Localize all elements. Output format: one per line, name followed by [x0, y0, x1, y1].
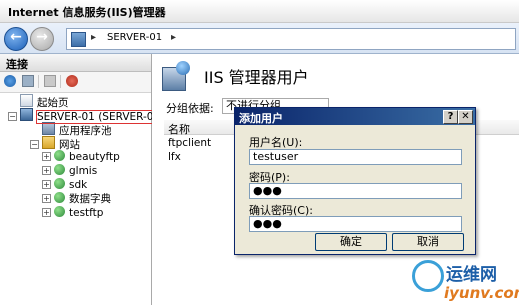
- group-by-label: 分组依据:: [166, 102, 214, 115]
- add-user-dialog: 添加用户 ? ✕ 用户名(U): testuser 密码(P): ●●● 确认密…: [234, 107, 476, 255]
- toolbar-divider: [60, 75, 61, 88]
- collapse-icon[interactable]: −: [8, 112, 17, 121]
- start-page-icon: [20, 94, 33, 107]
- iis-users-icon: [162, 61, 192, 91]
- address-bar: ← → ▸ SERVER-01 ▸: [0, 23, 519, 54]
- forward-button[interactable]: →: [30, 27, 54, 51]
- cancel-button[interactable]: 取消: [392, 233, 464, 251]
- dialog-title-bar: 添加用户 ? ✕: [235, 108, 475, 125]
- server-icon: [20, 108, 33, 121]
- connections-tree: 起始页 − SERVER-01 (SERVER-01 应用程序池 − 网站 + bea…: [0, 94, 162, 220]
- connections-title: 连接: [6, 58, 28, 71]
- back-button[interactable]: ←: [4, 27, 28, 51]
- tree-item-start-page[interactable]: 起始页: [0, 94, 151, 109]
- watermark-text: 运维网: [446, 265, 497, 285]
- address-field[interactable]: ▸ SERVER-01 ▸: [66, 28, 516, 50]
- password-field[interactable]: ●●●: [249, 183, 462, 199]
- confirm-password-field[interactable]: ●●●: [249, 216, 462, 232]
- watermark-url: iyunv.com: [444, 284, 519, 302]
- window-title-bar: Internet 信息服务(IIS)管理器: [0, 0, 519, 23]
- window-title: Internet 信息服务(IIS)管理器: [8, 6, 166, 19]
- globe-icon: [54, 150, 65, 161]
- tree-item-site[interactable]: + sdk: [0, 178, 151, 192]
- help-button[interactable]: ?: [443, 110, 458, 124]
- globe-icon: [54, 206, 65, 217]
- save-icon[interactable]: [22, 75, 34, 87]
- globe-icon: [54, 164, 65, 175]
- expand-icon[interactable]: +: [42, 180, 51, 189]
- globe-icon: [54, 192, 65, 203]
- username-field[interactable]: testuser: [249, 149, 462, 165]
- ok-button[interactable]: 确定: [315, 233, 387, 251]
- tree-item-label: sdk: [69, 179, 88, 191]
- up-level-icon[interactable]: [44, 75, 56, 87]
- breadcrumb-separator[interactable]: ▸: [171, 32, 176, 43]
- tree-item-label: 数据字典: [69, 193, 111, 205]
- expand-icon[interactable]: +: [42, 166, 51, 175]
- watermark-logo-icon: [412, 260, 444, 292]
- tree-item-sites[interactable]: − 网站: [0, 136, 151, 151]
- connections-toolbar: [0, 72, 151, 93]
- tree-item-label: glmis: [69, 165, 98, 177]
- close-button[interactable]: ✕: [458, 110, 473, 124]
- back-arrow-icon: ←: [10, 29, 22, 45]
- tree-item-site[interactable]: + 数据字典: [0, 192, 151, 206]
- list-item[interactable]: lfx: [168, 151, 181, 163]
- collapse-icon[interactable]: −: [30, 140, 39, 149]
- tree-item-app-pools[interactable]: 应用程序池: [0, 122, 151, 137]
- expand-icon[interactable]: +: [42, 208, 51, 217]
- watermark: 运维网 iyunv.com: [412, 258, 519, 304]
- tree-item-site[interactable]: + beautyftp: [0, 150, 151, 164]
- column-name-header[interactable]: 名称: [168, 121, 190, 137]
- tree-item-label: testftp: [69, 207, 104, 219]
- list-item[interactable]: ftpclient: [168, 137, 211, 149]
- expand-icon[interactable]: +: [42, 152, 51, 161]
- disconnect-icon[interactable]: [66, 75, 78, 87]
- tree-item-site[interactable]: + testftp: [0, 206, 151, 220]
- iis-manager-icon: [71, 32, 86, 47]
- connections-panel: 连接 起始页 − SERVER-01 (SERVER-01 应用程序池 − 网站 +…: [0, 54, 162, 305]
- globe-shape: [176, 61, 190, 75]
- dialog-title: 添加用户: [239, 112, 283, 125]
- breadcrumb-server[interactable]: SERVER-01: [107, 32, 162, 43]
- connect-icon[interactable]: [4, 75, 16, 87]
- tree-item-server[interactable]: − SERVER-01 (SERVER-01: [0, 108, 162, 124]
- username-label: 用户名(U):: [249, 136, 303, 149]
- connections-header: 连接: [0, 54, 151, 72]
- breadcrumb-separator[interactable]: ▸: [91, 32, 96, 43]
- forward-arrow-icon: →: [36, 29, 48, 45]
- tree-item-label: beautyftp: [69, 151, 120, 163]
- sites-folder-icon: [42, 136, 55, 149]
- expand-icon[interactable]: +: [42, 194, 51, 203]
- globe-icon: [54, 178, 65, 189]
- tree-item-site[interactable]: + glmis: [0, 164, 151, 178]
- page-title: IIS 管理器用户: [204, 68, 309, 87]
- toolbar-divider: [38, 75, 39, 88]
- app-pool-icon: [42, 122, 55, 135]
